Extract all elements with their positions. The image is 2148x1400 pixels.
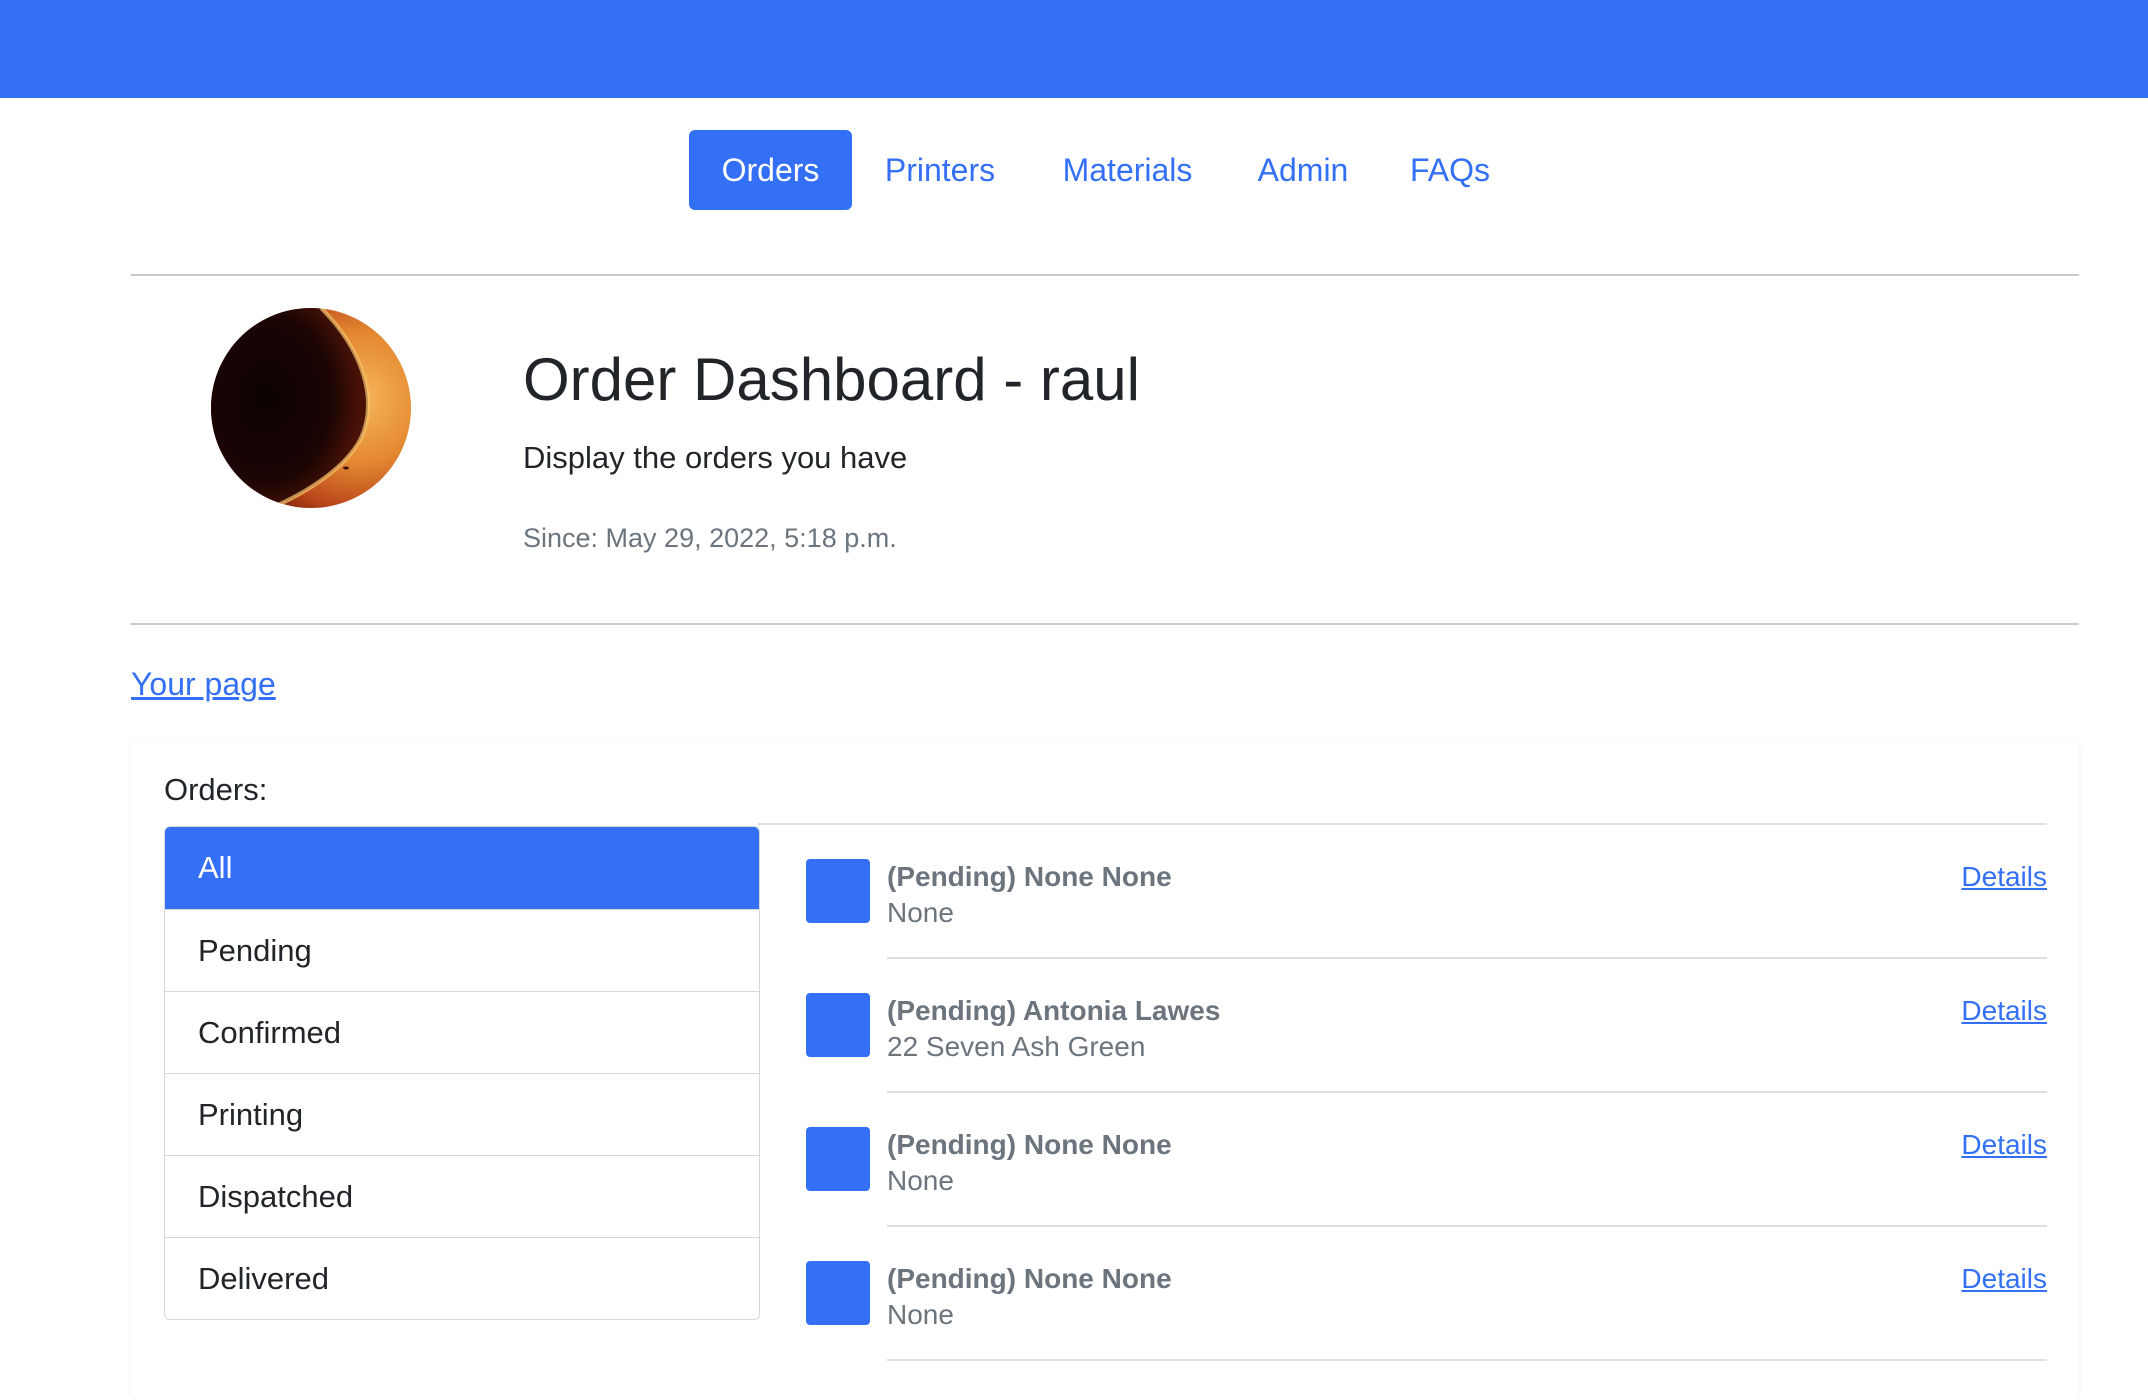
order-name: (Pending) None None [887, 1129, 1172, 1160]
order-thumbnail [806, 1127, 870, 1191]
order-thumbnail [806, 993, 870, 1057]
nav-faqs[interactable]: FAQs [1402, 130, 1498, 210]
divider-bottom [131, 623, 2079, 625]
nav-printers[interactable]: Printers [868, 130, 1012, 210]
order-address: None [887, 1299, 954, 1330]
order-details-link[interactable]: Details [1961, 1261, 2047, 1297]
order-thumbnail [806, 1261, 870, 1325]
status-filter-list: All Pending Confirmed Printing Dispatche… [164, 826, 760, 1320]
page-subtitle: Display the orders you have [523, 440, 908, 475]
order-address: 22 Seven Ash Green [887, 1031, 1146, 1062]
top-banner [0, 0, 2148, 98]
order-details-link[interactable]: Details [1961, 993, 2047, 1029]
status-filter-dispatched[interactable]: Dispatched [165, 1155, 759, 1237]
order-details-link[interactable]: Details [1961, 859, 2047, 895]
order-name: (Pending) Antonia Lawes [887, 995, 1221, 1026]
status-filter-pending[interactable]: Pending [165, 909, 759, 991]
order-list-item: (Pending) Antonia Lawes 22 Seven Ash Gre… [806, 959, 2047, 1093]
status-filter-all[interactable]: All [165, 827, 759, 909]
since-date: Since: May 29, 2022, 5:18 p.m. [523, 523, 897, 553]
page-title: Order Dashboard - raul [523, 346, 1140, 413]
your-page-link[interactable]: Your page [131, 662, 276, 706]
order-details-link[interactable]: Details [1961, 1127, 2047, 1163]
avatar [211, 308, 411, 508]
order-name: (Pending) None None [887, 1263, 1172, 1294]
nav-admin[interactable]: Admin [1247, 130, 1359, 210]
order-divider [887, 1359, 2047, 1361]
order-list-item: (Pending) None None None Details [806, 1093, 2047, 1227]
status-filter-printing[interactable]: Printing [165, 1073, 759, 1155]
order-thumbnail [806, 859, 870, 923]
order-list-item: (Pending) None None None Details [806, 1227, 2047, 1361]
nav-materials[interactable]: Materials [1050, 130, 1205, 210]
order-name: (Pending) None None [887, 861, 1172, 892]
order-list-item: (Pending) None None None Details [806, 825, 2047, 959]
order-address: None [887, 1165, 954, 1196]
orders-heading: Orders: [164, 772, 268, 807]
nav-orders[interactable]: Orders [689, 130, 852, 210]
order-address: None [887, 897, 954, 928]
divider-top [131, 274, 2079, 276]
main-nav: Orders Printers Materials Admin FAQs [0, 130, 2148, 210]
status-filter-delivered[interactable]: Delivered [165, 1237, 759, 1319]
status-filter-confirmed[interactable]: Confirmed [165, 991, 759, 1073]
